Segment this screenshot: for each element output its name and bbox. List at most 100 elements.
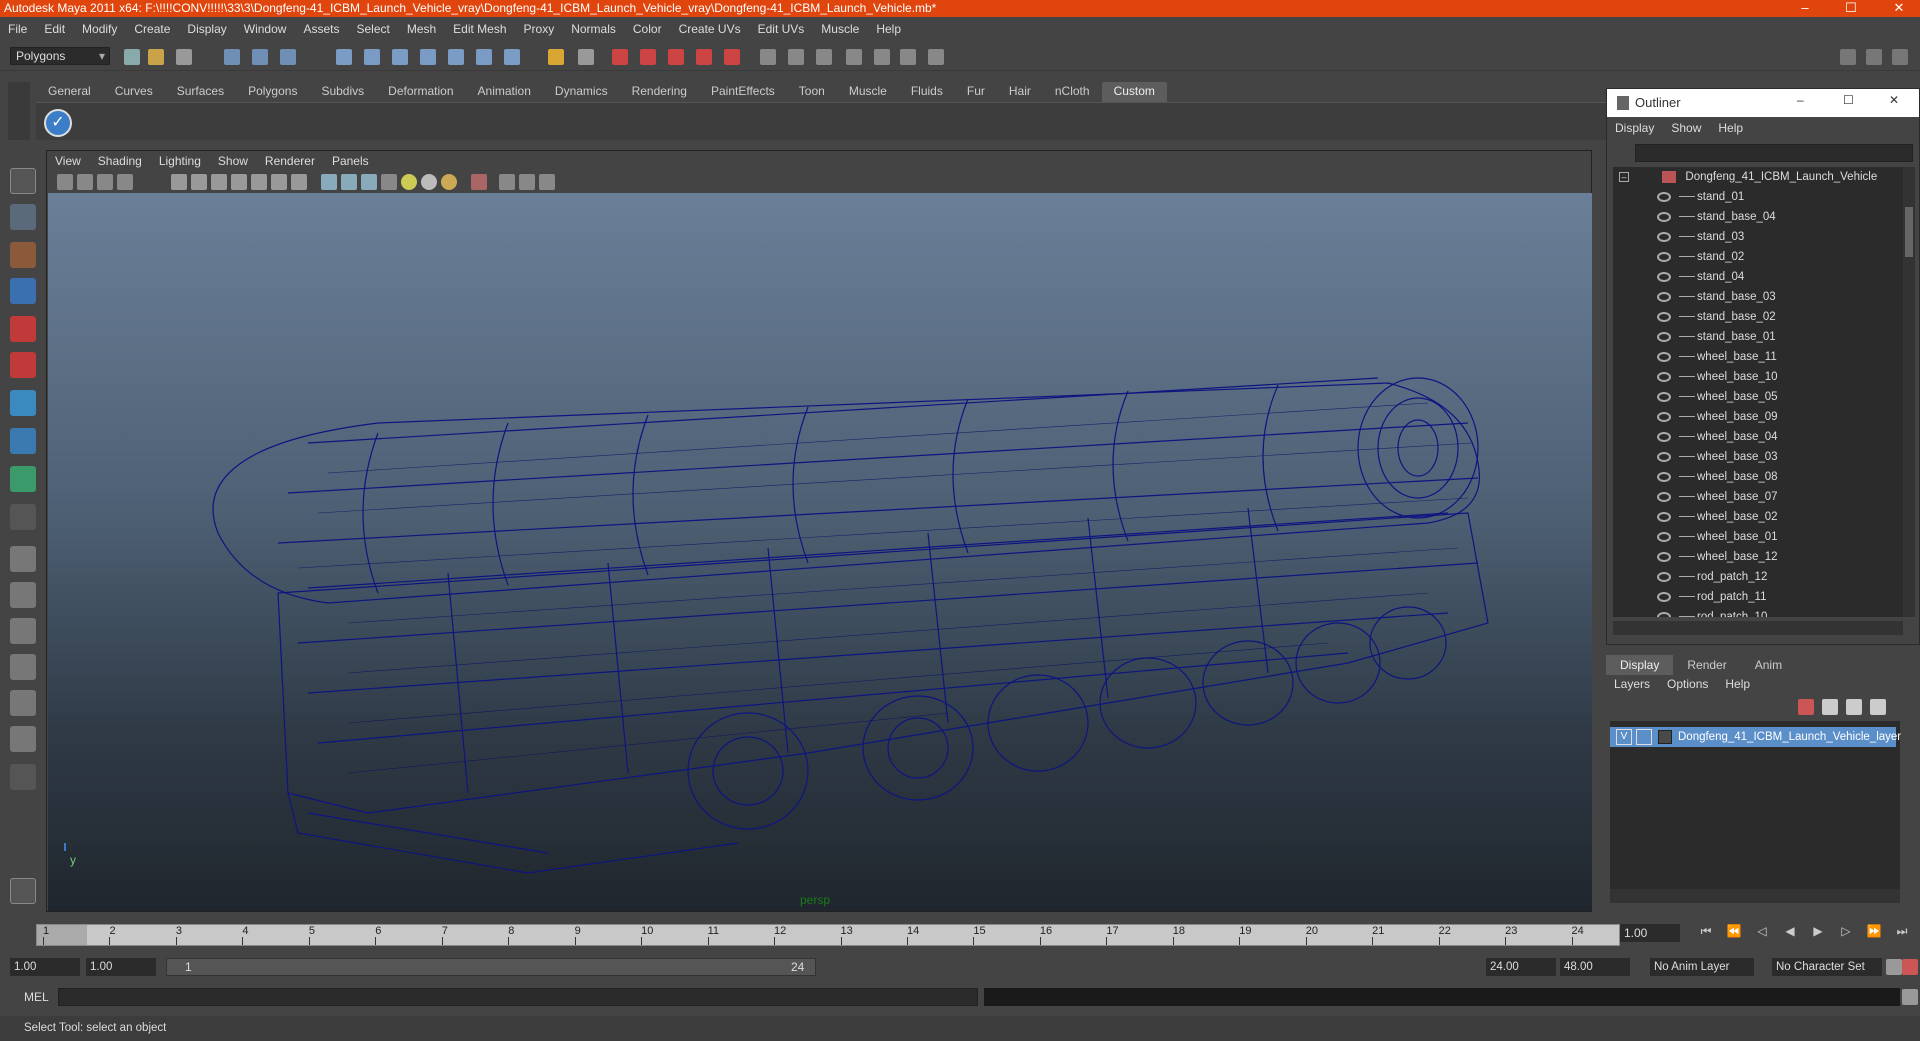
tab-painteffects[interactable]: PaintEffects [699, 82, 787, 102]
checkmark-icon[interactable]: ✓ [44, 109, 72, 137]
new-layer-selected-icon[interactable] [1822, 699, 1838, 715]
outliner-menu-display[interactable]: Display [1615, 121, 1654, 135]
layer-hscrollbar[interactable] [1610, 889, 1900, 903]
tab-subdivs[interactable]: Subdivs [309, 82, 376, 102]
list-item[interactable]: rod_patch_12 [1657, 567, 1767, 587]
image-plane-icon[interactable] [117, 174, 133, 190]
tab-ncloth[interactable]: nCloth [1043, 82, 1102, 102]
outliner-maximize-icon[interactable]: ☐ [1843, 93, 1854, 107]
list-item[interactable]: stand_03 [1657, 227, 1744, 247]
anim-layer-select[interactable]: No Anim Layer [1650, 958, 1754, 976]
layout-icon[interactable] [846, 49, 862, 65]
menu-proxy[interactable]: Proxy [524, 22, 555, 36]
start-time-field[interactable]: 1.00 [10, 958, 80, 976]
list-item[interactable]: stand_01 [1657, 187, 1744, 207]
viewport-menu-renderer[interactable]: Renderer [265, 154, 315, 168]
list-item[interactable]: stand_base_02 [1657, 307, 1776, 327]
tab-render[interactable]: Render [1673, 655, 1740, 675]
menu-file[interactable]: File [8, 22, 27, 36]
scale-tool-icon[interactable] [10, 352, 36, 378]
step-back-frame-icon[interactable]: ◁ [1748, 924, 1776, 939]
list-item[interactable]: stand_base_03 [1657, 287, 1776, 307]
layer-type-toggle[interactable] [1636, 729, 1652, 745]
tab-curves[interactable]: Curves [103, 82, 165, 102]
tab-dynamics[interactable]: Dynamics [543, 82, 620, 102]
outliner-scrollbar[interactable] [1903, 167, 1915, 617]
isolate-select-icon[interactable] [471, 174, 487, 190]
tab-animation[interactable]: Animation [466, 82, 543, 102]
camera-select-icon[interactable] [57, 174, 73, 190]
minimize-icon[interactable]: – [1790, 0, 1820, 16]
menu-select[interactable]: Select [356, 22, 389, 36]
snap-curve-icon[interactable] [364, 49, 380, 65]
maximize-icon[interactable]: ☐ [1836, 0, 1866, 16]
go-to-start-icon[interactable]: ⏮ [1692, 924, 1720, 939]
rotate-tool-icon[interactable] [10, 316, 36, 342]
field-chart-icon[interactable] [251, 174, 267, 190]
script-editor-icon[interactable] [1902, 989, 1918, 1005]
end-time-field[interactable]: 48.00 [1560, 958, 1630, 976]
tab-polygons[interactable]: Polygons [236, 82, 309, 102]
all-lights-icon[interactable] [421, 174, 437, 190]
list-item[interactable]: stand_base_01 [1657, 327, 1776, 347]
select-object-icon[interactable] [252, 49, 268, 65]
command-input[interactable] [58, 988, 978, 1006]
xray-components-icon[interactable] [539, 174, 555, 190]
command-language-label[interactable]: MEL [24, 990, 49, 1004]
lasso-tool-icon[interactable] [10, 204, 36, 230]
tab-fluids[interactable]: Fluids [899, 82, 955, 102]
outliner-close-icon[interactable]: ✕ [1889, 93, 1899, 107]
hand-tool-icon[interactable] [10, 878, 36, 904]
menu-edit[interactable]: Edit [44, 22, 65, 36]
play-backwards-icon[interactable]: ◀ [1776, 924, 1804, 939]
list-item[interactable]: stand_04 [1657, 267, 1744, 287]
list-item[interactable]: stand_base_04 [1657, 207, 1776, 227]
lock-icon[interactable] [548, 49, 564, 65]
default-lighting-icon[interactable] [401, 174, 417, 190]
viewport-menu-show[interactable]: Show [218, 154, 248, 168]
menu-window[interactable]: Window [244, 22, 287, 36]
tab-surfaces[interactable]: Surfaces [165, 82, 236, 102]
ipr-render-icon[interactable] [640, 49, 656, 65]
smooth-shade-icon[interactable] [341, 174, 357, 190]
list-item[interactable]: rod_patch_10 [1657, 607, 1767, 617]
outliner-menu-help[interactable]: Help [1718, 121, 1743, 135]
soft-modify-tool-icon[interactable] [10, 428, 36, 454]
menu-edit-mesh[interactable]: Edit Mesh [453, 22, 506, 36]
menu-color[interactable]: Color [633, 22, 662, 36]
range-slider[interactable]: 1 24 [166, 958, 816, 976]
outliner-filter-input[interactable] [1635, 144, 1913, 162]
tab-general[interactable]: General [36, 82, 103, 102]
new-layer-icon[interactable] [1798, 699, 1814, 715]
channel-box-icon[interactable] [760, 49, 776, 65]
panel-icon[interactable] [874, 49, 890, 65]
list-item[interactable]: wheel_base_07 [1657, 487, 1778, 507]
menu-assets[interactable]: Assets [303, 22, 339, 36]
new-scene-icon[interactable] [124, 49, 140, 65]
outliner-toggle-icon[interactable] [900, 49, 916, 65]
wireframe-icon[interactable] [321, 174, 337, 190]
tab-muscle[interactable]: Muscle [837, 82, 899, 102]
menu-display[interactable]: Display [187, 22, 226, 36]
xray-icon[interactable] [499, 174, 515, 190]
list-item[interactable]: wheel_base_02 [1657, 507, 1778, 527]
save-scene-icon[interactable] [176, 49, 192, 65]
last-tool-icon[interactable] [10, 504, 36, 530]
step-back-key-icon[interactable]: ⏪ [1720, 924, 1748, 939]
open-scene-icon[interactable] [148, 49, 164, 65]
attribute-editor-icon[interactable] [788, 49, 804, 65]
selection-mask-icon[interactable] [578, 49, 594, 65]
menu-edit-uvs[interactable]: Edit UVs [758, 22, 805, 36]
render-view-icon[interactable] [724, 49, 740, 65]
four-pane-layout-icon[interactable] [10, 582, 36, 608]
step-forward-frame-icon[interactable]: ▷ [1832, 924, 1860, 939]
list-item[interactable]: wheel_base_10 [1657, 367, 1778, 387]
graph-layout-icon[interactable] [10, 654, 36, 680]
list-item[interactable]: wheel_base_11 [1657, 347, 1777, 367]
menu-create[interactable]: Create [134, 22, 170, 36]
playback-end-field[interactable]: 24.00 [1486, 958, 1556, 976]
sidebar-toggle-icon[interactable] [1840, 49, 1856, 65]
layer-visibility-toggle[interactable]: V [1616, 729, 1632, 745]
current-time-field[interactable]: 1.00 [1620, 924, 1680, 942]
layer-stack-icon[interactable] [1846, 699, 1862, 715]
